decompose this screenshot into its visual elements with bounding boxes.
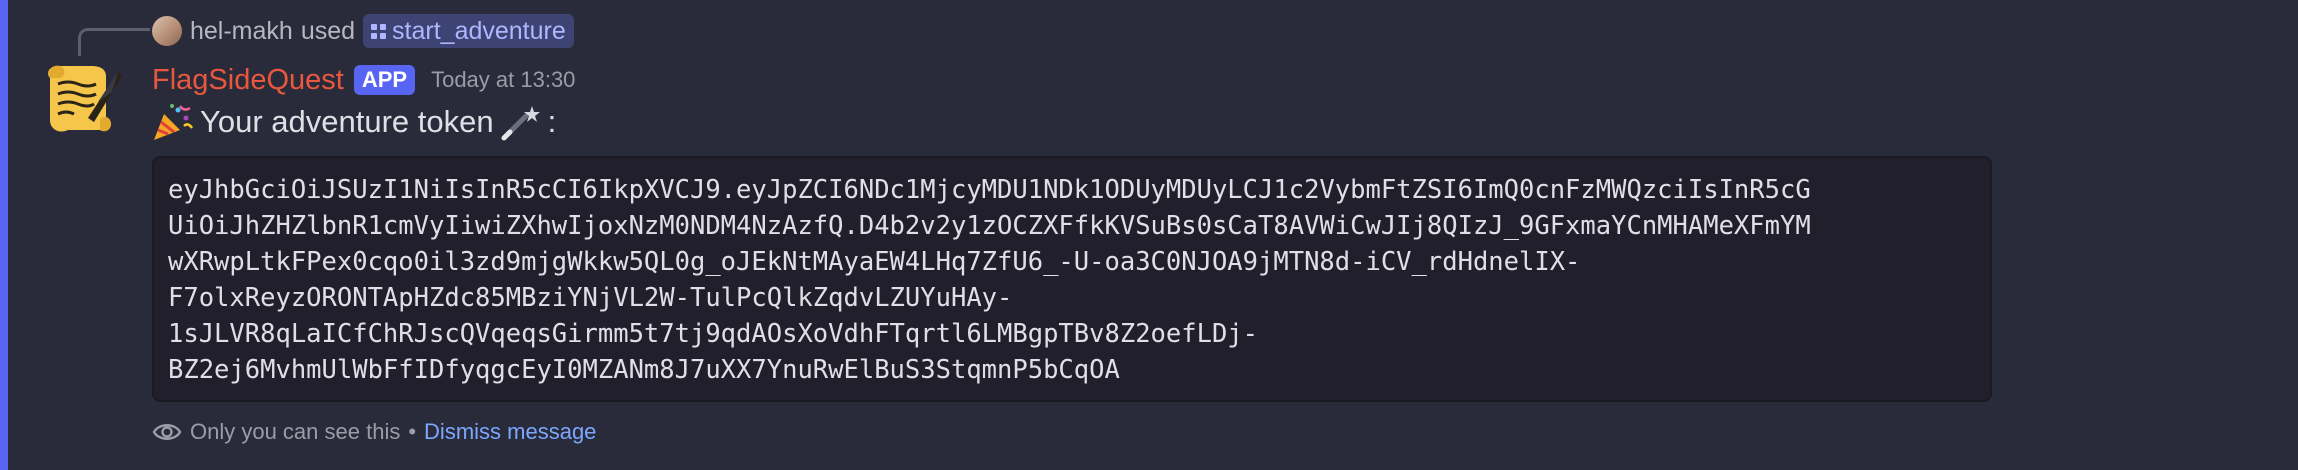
- bot-name[interactable]: FlagSideQuest: [152, 64, 344, 97]
- token-line: 1sJLVR8qLaICfChRJscQVqeqsGirmm5t7tj9qdAO…: [168, 319, 1259, 349]
- reply-username[interactable]: hel-makh: [190, 17, 293, 46]
- command-name: start_adventure: [392, 16, 566, 45]
- message-header: FlagSideQuest APP Today at 13:30: [152, 58, 575, 102]
- only-you-text: Only you can see this: [190, 419, 401, 444]
- token-code-block[interactable]: eyJhbGciOiJSUzI1NiIsInR5cCI6IkpXVCJ9.eyJ…: [152, 156, 1992, 402]
- highlight-accent-bar: [0, 0, 8, 470]
- message-container: hel-makh used start_adventure FlagSideQu…: [0, 0, 2298, 470]
- token-line: F7olxReyzORONTApHZdc85MBziYNjVL2W-TulPcQ…: [168, 283, 1013, 313]
- eye-icon: [152, 424, 182, 440]
- ephemeral-notice: Only you can see this • Dismiss message: [152, 417, 596, 447]
- user-avatar[interactable]: [152, 16, 182, 46]
- app-badge: APP: [353, 65, 416, 95]
- message-suffix: :: [547, 104, 557, 139]
- reply-context[interactable]: hel-makh used start_adventure: [152, 14, 574, 48]
- separator-dot: •: [408, 419, 417, 444]
- party-popper-icon: [154, 104, 194, 140]
- token-line: wXRwpLtkFPex0cqo0il3zd9mjgWkkw5QL0g_oJEk…: [168, 247, 1581, 277]
- token-line: UiOiJhZHZlbnR1cmVyIiwiZXhwIjoxNzM0NDM4Nz…: [168, 211, 1811, 241]
- magic-wand-icon: [501, 106, 540, 141]
- token-line: BZ2ej6MvhmUlWbFfIDfyqgcEyI0MZANm8J7uXX7Y…: [168, 355, 1120, 385]
- slash-command-icon: [371, 23, 387, 39]
- dismiss-message-link[interactable]: Dismiss message: [424, 419, 596, 445]
- reply-connector: [78, 28, 150, 56]
- reply-used-text: used: [300, 16, 356, 45]
- message-text: Your adventure token: [200, 104, 494, 139]
- command-chip[interactable]: start_adventure: [363, 14, 574, 48]
- message-content: Your adventure token :: [150, 100, 556, 144]
- token-line: eyJhbGciOiJSUzI1NiIsInR5cCI6IkpXVCJ9.eyJ…: [168, 175, 1811, 205]
- bot-avatar[interactable]: [38, 58, 122, 142]
- message-timestamp[interactable]: Today at 13:30: [431, 67, 575, 93]
